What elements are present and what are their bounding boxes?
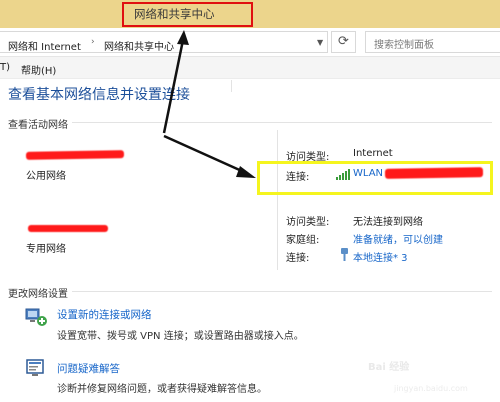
address-field[interactable]: 网络和 Internet › 网络和共享中心 ▼: [0, 31, 328, 53]
search-placeholder: 搜索控制面板: [374, 40, 434, 51]
section-divider: [72, 291, 492, 292]
setup-new-connection-link[interactable]: 设置新的连接或网络: [57, 307, 152, 322]
access-type-value: 无法连接到网络: [353, 217, 423, 228]
menu-bar: T) 帮助(H): [0, 57, 500, 79]
redacted-network-name: [28, 225, 108, 232]
connection-annotation-box: [257, 161, 493, 195]
refresh-button[interactable]: ⟳: [331, 31, 356, 53]
local-connection-link[interactable]: 本地连接* 3: [353, 249, 408, 264]
page-title: 查看基本网络信息并设置连接: [8, 87, 190, 103]
new-connection-icon: [25, 308, 47, 326]
breadcrumb-sharing-center[interactable]: 网络和共享中心: [104, 38, 174, 53]
active-networks-heading: 查看活动网络: [8, 120, 68, 131]
refresh-icon: ⟳: [338, 34, 349, 49]
baidu-watermark: Bai 经验: [368, 362, 410, 373]
menu-item-tools[interactable]: T): [0, 62, 10, 73]
breadcrumb-chevron-icon[interactable]: ›: [91, 37, 95, 47]
setup-new-connection-desc: 设置宽带、拨号或 VPN 连接；或设置路由器或接入点。: [57, 331, 304, 342]
network-category-public: 公用网络: [26, 171, 66, 182]
connection-label: 连接:: [286, 253, 310, 264]
column-divider: [277, 130, 278, 270]
access-type-label: 访问类型:: [286, 217, 330, 228]
arrowhead-right: [236, 166, 256, 178]
homegroup-create-link[interactable]: 准备就绪，可以创建: [353, 231, 443, 246]
redacted-network-name: [25, 150, 125, 160]
homegroup-label: 家庭组:: [286, 235, 320, 246]
baidu-watermark-url: jingyan.baidu.com: [394, 384, 468, 393]
change-settings-heading: 更改网络设置: [8, 289, 68, 300]
access-type-value: Internet: [353, 148, 393, 159]
title-annotation-box: [122, 2, 253, 27]
breadcrumb-network-internet[interactable]: 网络和 Internet: [8, 38, 81, 53]
troubleshoot-link[interactable]: 问题疑难解答: [57, 361, 120, 376]
address-bar: 网络和 Internet › 网络和共享中心 ▼ ⟳ 搜索控制面板: [0, 28, 500, 57]
chevron-down-icon[interactable]: ▼: [317, 38, 323, 47]
search-input[interactable]: 搜索控制面板: [365, 31, 500, 53]
troubleshoot-desc: 诊断并修复网络问题，或者获得疑难解答信息。: [57, 384, 267, 395]
section-divider: [72, 122, 492, 123]
title-divider: [231, 80, 232, 92]
ethernet-icon: [341, 248, 348, 261]
arrow-to-connection: [163, 134, 245, 174]
network-category-private: 专用网络: [26, 244, 66, 255]
troubleshoot-icon: [26, 359, 44, 376]
menu-item-help[interactable]: 帮助(H): [21, 62, 56, 77]
